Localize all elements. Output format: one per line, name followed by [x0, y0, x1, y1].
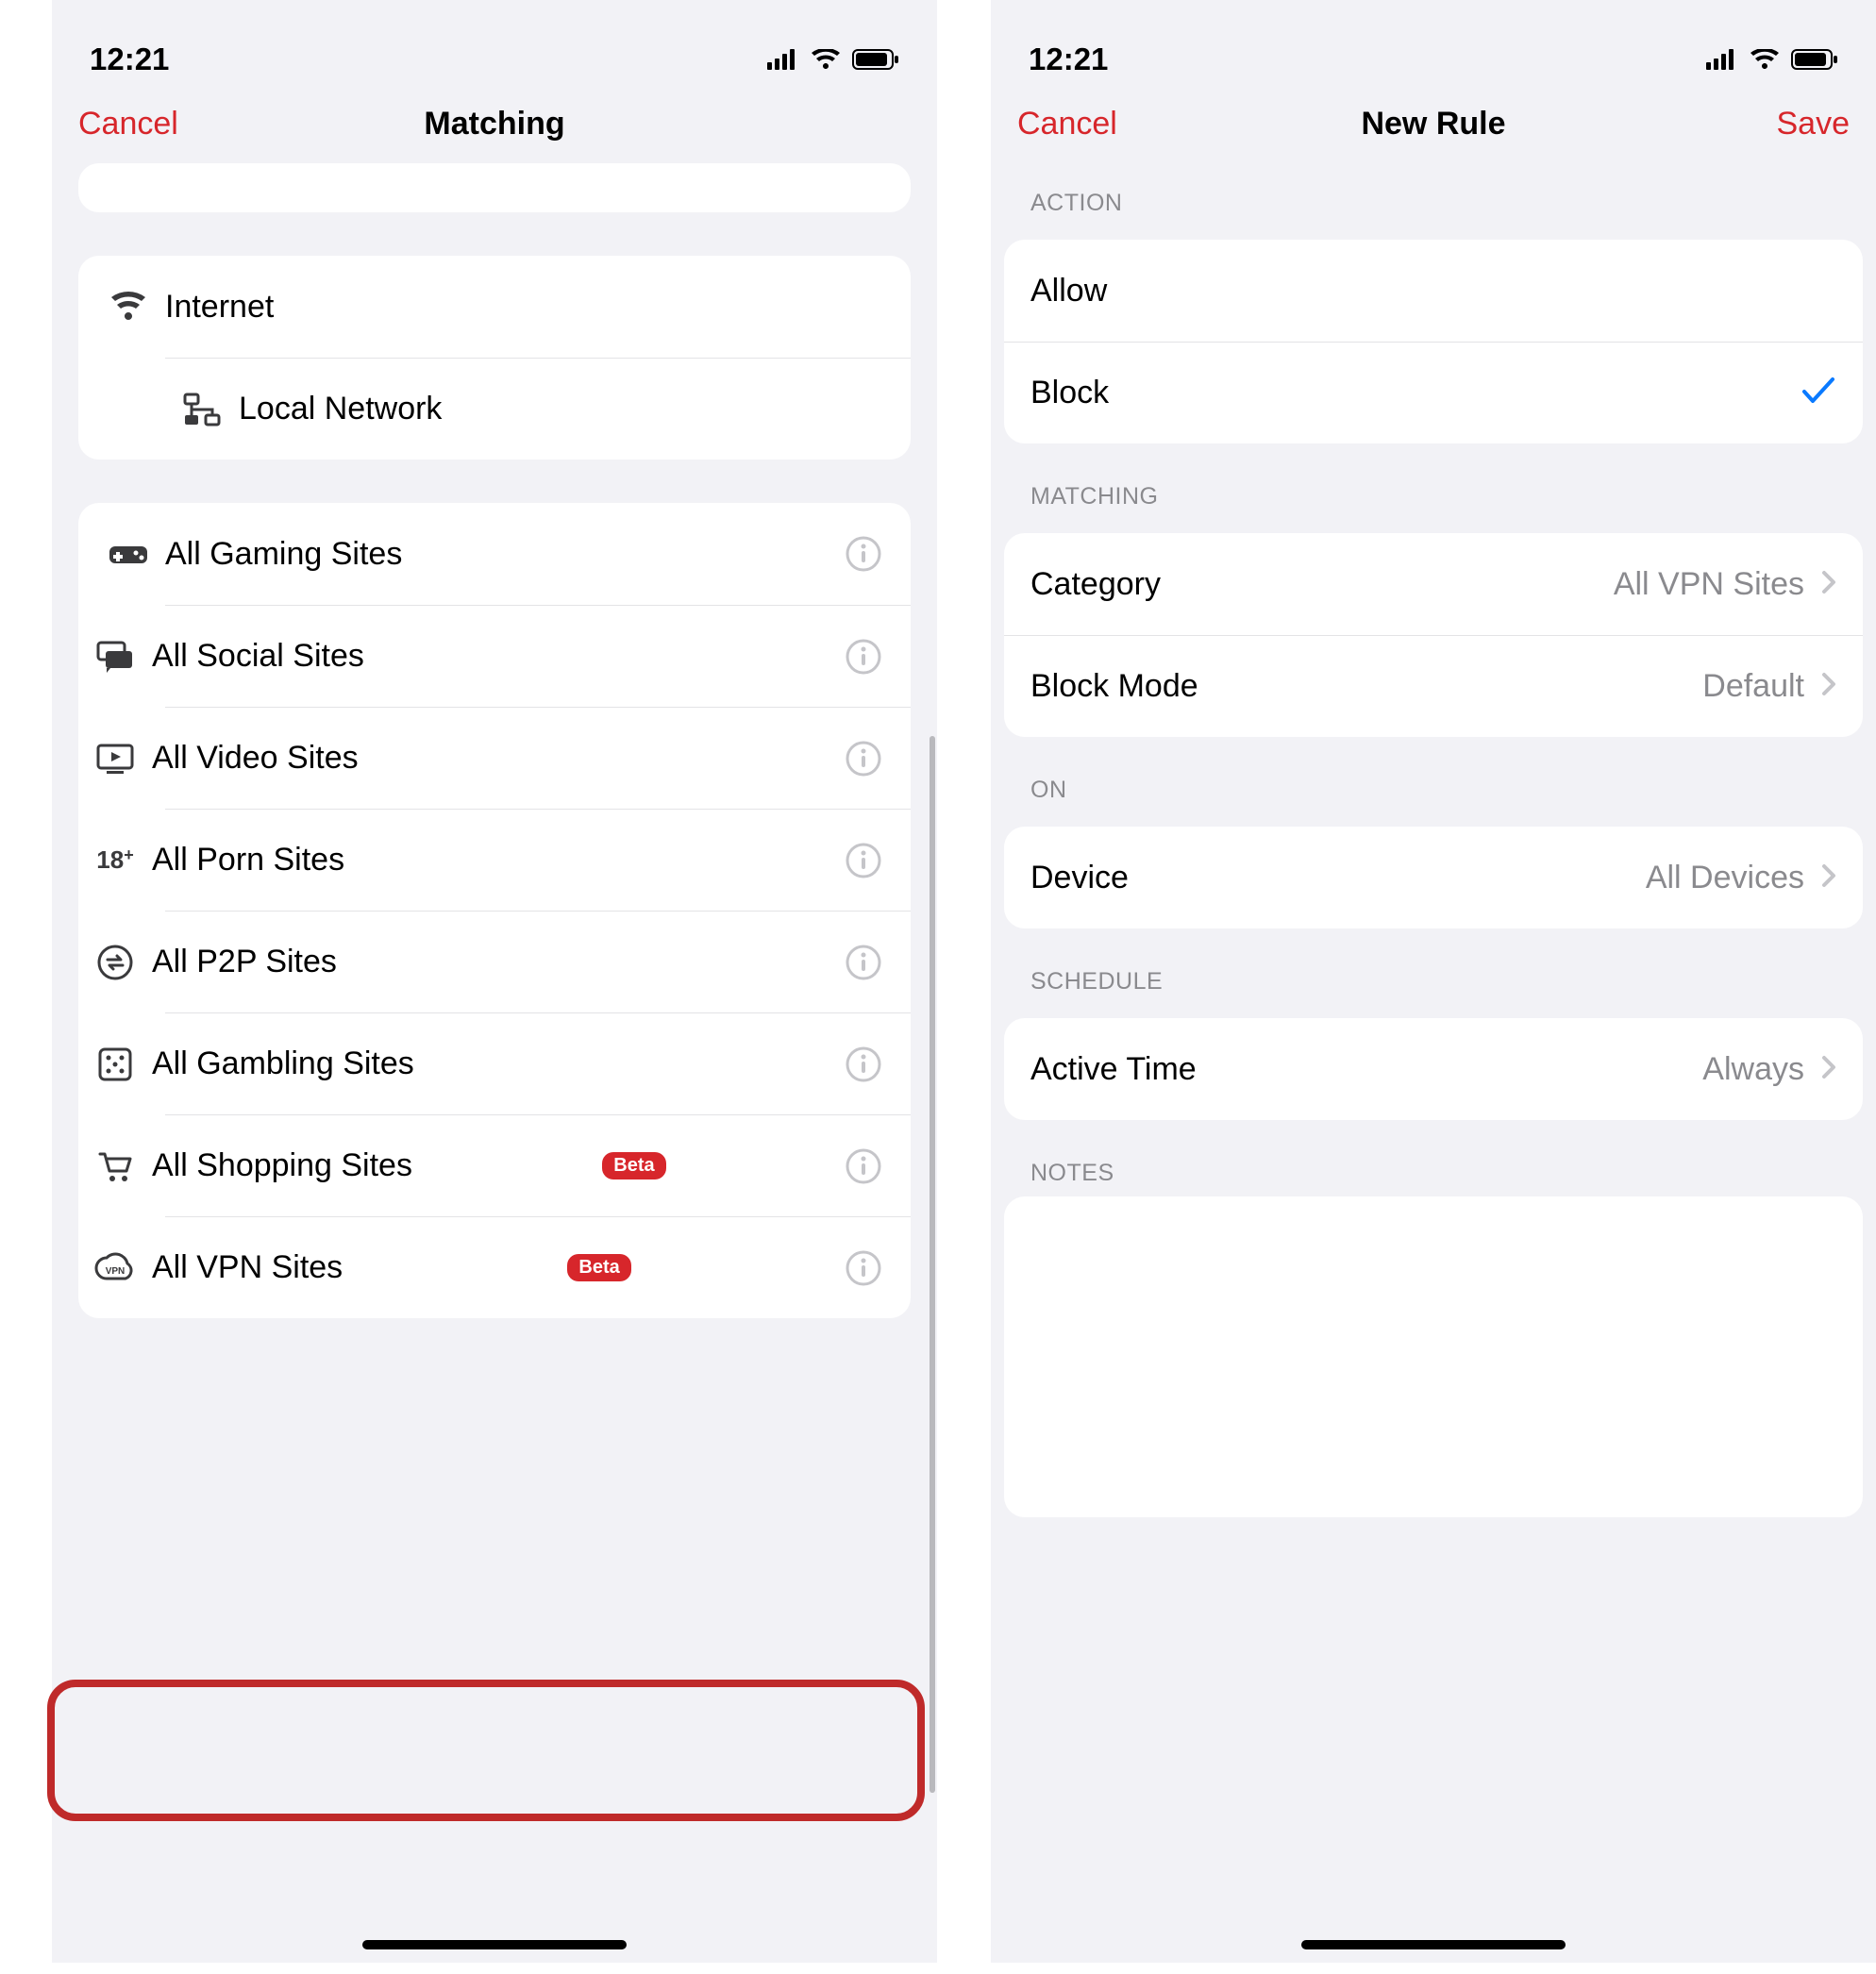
row-label: Active Time [1030, 1051, 1702, 1088]
row-value: All Devices [1646, 860, 1804, 896]
status-bar: 12:21 [52, 0, 937, 96]
wifi-status-icon [811, 49, 841, 70]
matching-option-shopping[interactable]: All Shopping Sites Beta [165, 1114, 911, 1216]
row-label: Block Mode [1030, 668, 1702, 705]
beta-badge: Beta [602, 1152, 665, 1179]
action-block[interactable]: Block [1004, 342, 1863, 443]
action-card: Allow Block [1004, 240, 1863, 443]
schedule-card: Active Time Always [1004, 1018, 1863, 1120]
chevron-right-icon [1821, 672, 1836, 701]
checkmark-icon [1801, 376, 1836, 410]
section-header-notes: NOTES [991, 1133, 1876, 1196]
row-value: Default [1702, 668, 1804, 705]
matching-option-internet[interactable]: Internet [78, 256, 911, 358]
row-label: Allow [1030, 273, 1836, 309]
row-label: Block [1030, 375, 1801, 411]
row-label: Device [1030, 860, 1646, 896]
row-value: All VPN Sites [1614, 566, 1804, 603]
wifi-icon [92, 292, 165, 322]
row-label: Internet [165, 289, 884, 326]
cellular-icon [767, 49, 799, 70]
section-header-action: ACTION [991, 163, 1876, 226]
cellular-icon [1706, 49, 1738, 70]
cancel-button[interactable]: Cancel [1017, 106, 1149, 142]
scroll-indicator[interactable] [930, 736, 935, 1793]
matching-option-gambling[interactable]: All Gambling Sites [165, 1012, 911, 1114]
18plus-icon: 18+ [78, 845, 152, 875]
row-label: All P2P Sites [152, 944, 843, 980]
matching-card: Category All VPN Sites Block Mode Defaul… [1004, 533, 1863, 737]
row-label: All VPN Sites [152, 1249, 554, 1286]
save-button[interactable]: Save [1717, 106, 1850, 142]
matching-option-local-network[interactable]: Local Network [165, 358, 911, 460]
svg-text:VPN: VPN [106, 1266, 126, 1277]
matching-option-video[interactable]: All Video Sites [165, 707, 911, 809]
matching-option-social[interactable]: All Social Sites [165, 605, 911, 707]
matching-option-vpn[interactable]: VPN All VPN Sites Beta [165, 1216, 911, 1318]
notes-input[interactable] [1004, 1196, 1863, 1517]
nav-bar: Cancel Matching [52, 96, 937, 163]
wifi-status-icon [1750, 49, 1780, 70]
dice-icon [78, 1046, 152, 1083]
battery-icon [1791, 49, 1838, 70]
video-icon [78, 743, 152, 775]
row-label: All Shopping Sites [152, 1147, 589, 1184]
section-header-schedule: SCHEDULE [991, 942, 1876, 1005]
swap-icon [78, 944, 152, 981]
nav-bar: Cancel New Rule Save [991, 96, 1876, 163]
row-category[interactable]: Category All VPN Sites [1004, 533, 1863, 635]
matching-option-gaming[interactable]: All Gaming Sites [78, 503, 911, 605]
row-label: All Social Sites [152, 638, 843, 675]
status-bar: 12:21 [991, 0, 1876, 96]
status-icons [1706, 49, 1838, 70]
row-label: Category [1030, 566, 1614, 603]
row-block-mode[interactable]: Block Mode Default [1004, 635, 1863, 737]
clock: 12:21 [1029, 42, 1108, 77]
section-header-on: ON [991, 750, 1876, 813]
info-icon[interactable] [843, 843, 884, 878]
section-header-matching: MATCHING [991, 457, 1876, 520]
screen-new-rule: 12:21 Cancel New Rule Save ACTION Allow … [991, 0, 1876, 1963]
info-icon[interactable] [843, 1046, 884, 1082]
previous-card-peek [78, 163, 911, 212]
beta-badge: Beta [567, 1254, 630, 1281]
chat-icon [78, 640, 152, 674]
category-card: All Gaming Sites All Social Sites All Vi [78, 503, 911, 1318]
chevron-right-icon [1821, 570, 1836, 599]
chevron-right-icon [1821, 1055, 1836, 1084]
row-label: Local Network [239, 391, 884, 427]
vpn-icon: VPN [78, 1252, 152, 1284]
cancel-button[interactable]: Cancel [78, 106, 210, 142]
row-label: All Gambling Sites [152, 1046, 843, 1082]
info-icon[interactable] [843, 741, 884, 777]
home-indicator[interactable] [1301, 1940, 1566, 1949]
info-icon[interactable] [843, 945, 884, 980]
info-icon[interactable] [843, 1148, 884, 1184]
info-icon[interactable] [843, 639, 884, 675]
row-value: Always [1702, 1051, 1804, 1088]
info-icon[interactable] [843, 1250, 884, 1286]
screen-matching: 12:21 Cancel Matching Internet [52, 0, 937, 1963]
info-icon[interactable] [843, 536, 884, 572]
gamepad-icon [92, 541, 165, 567]
row-device[interactable]: Device All Devices [1004, 827, 1863, 928]
home-indicator[interactable] [362, 1940, 627, 1949]
matching-option-p2p[interactable]: All P2P Sites [165, 911, 911, 1012]
chevron-right-icon [1821, 863, 1836, 893]
cart-icon [78, 1148, 152, 1184]
matching-option-porn[interactable]: 18+ All Porn Sites [165, 809, 911, 911]
row-label: All Video Sites [152, 740, 843, 777]
battery-icon [852, 49, 899, 70]
action-allow[interactable]: Allow [1004, 240, 1863, 342]
row-active-time[interactable]: Active Time Always [1004, 1018, 1863, 1120]
status-icons [767, 49, 899, 70]
clock: 12:21 [90, 42, 169, 77]
network-icon [165, 393, 239, 427]
row-label: All Gaming Sites [165, 536, 843, 573]
on-card: Device All Devices [1004, 827, 1863, 928]
network-scope-card: Internet Local Network [78, 256, 911, 460]
row-label: All Porn Sites [152, 842, 843, 878]
